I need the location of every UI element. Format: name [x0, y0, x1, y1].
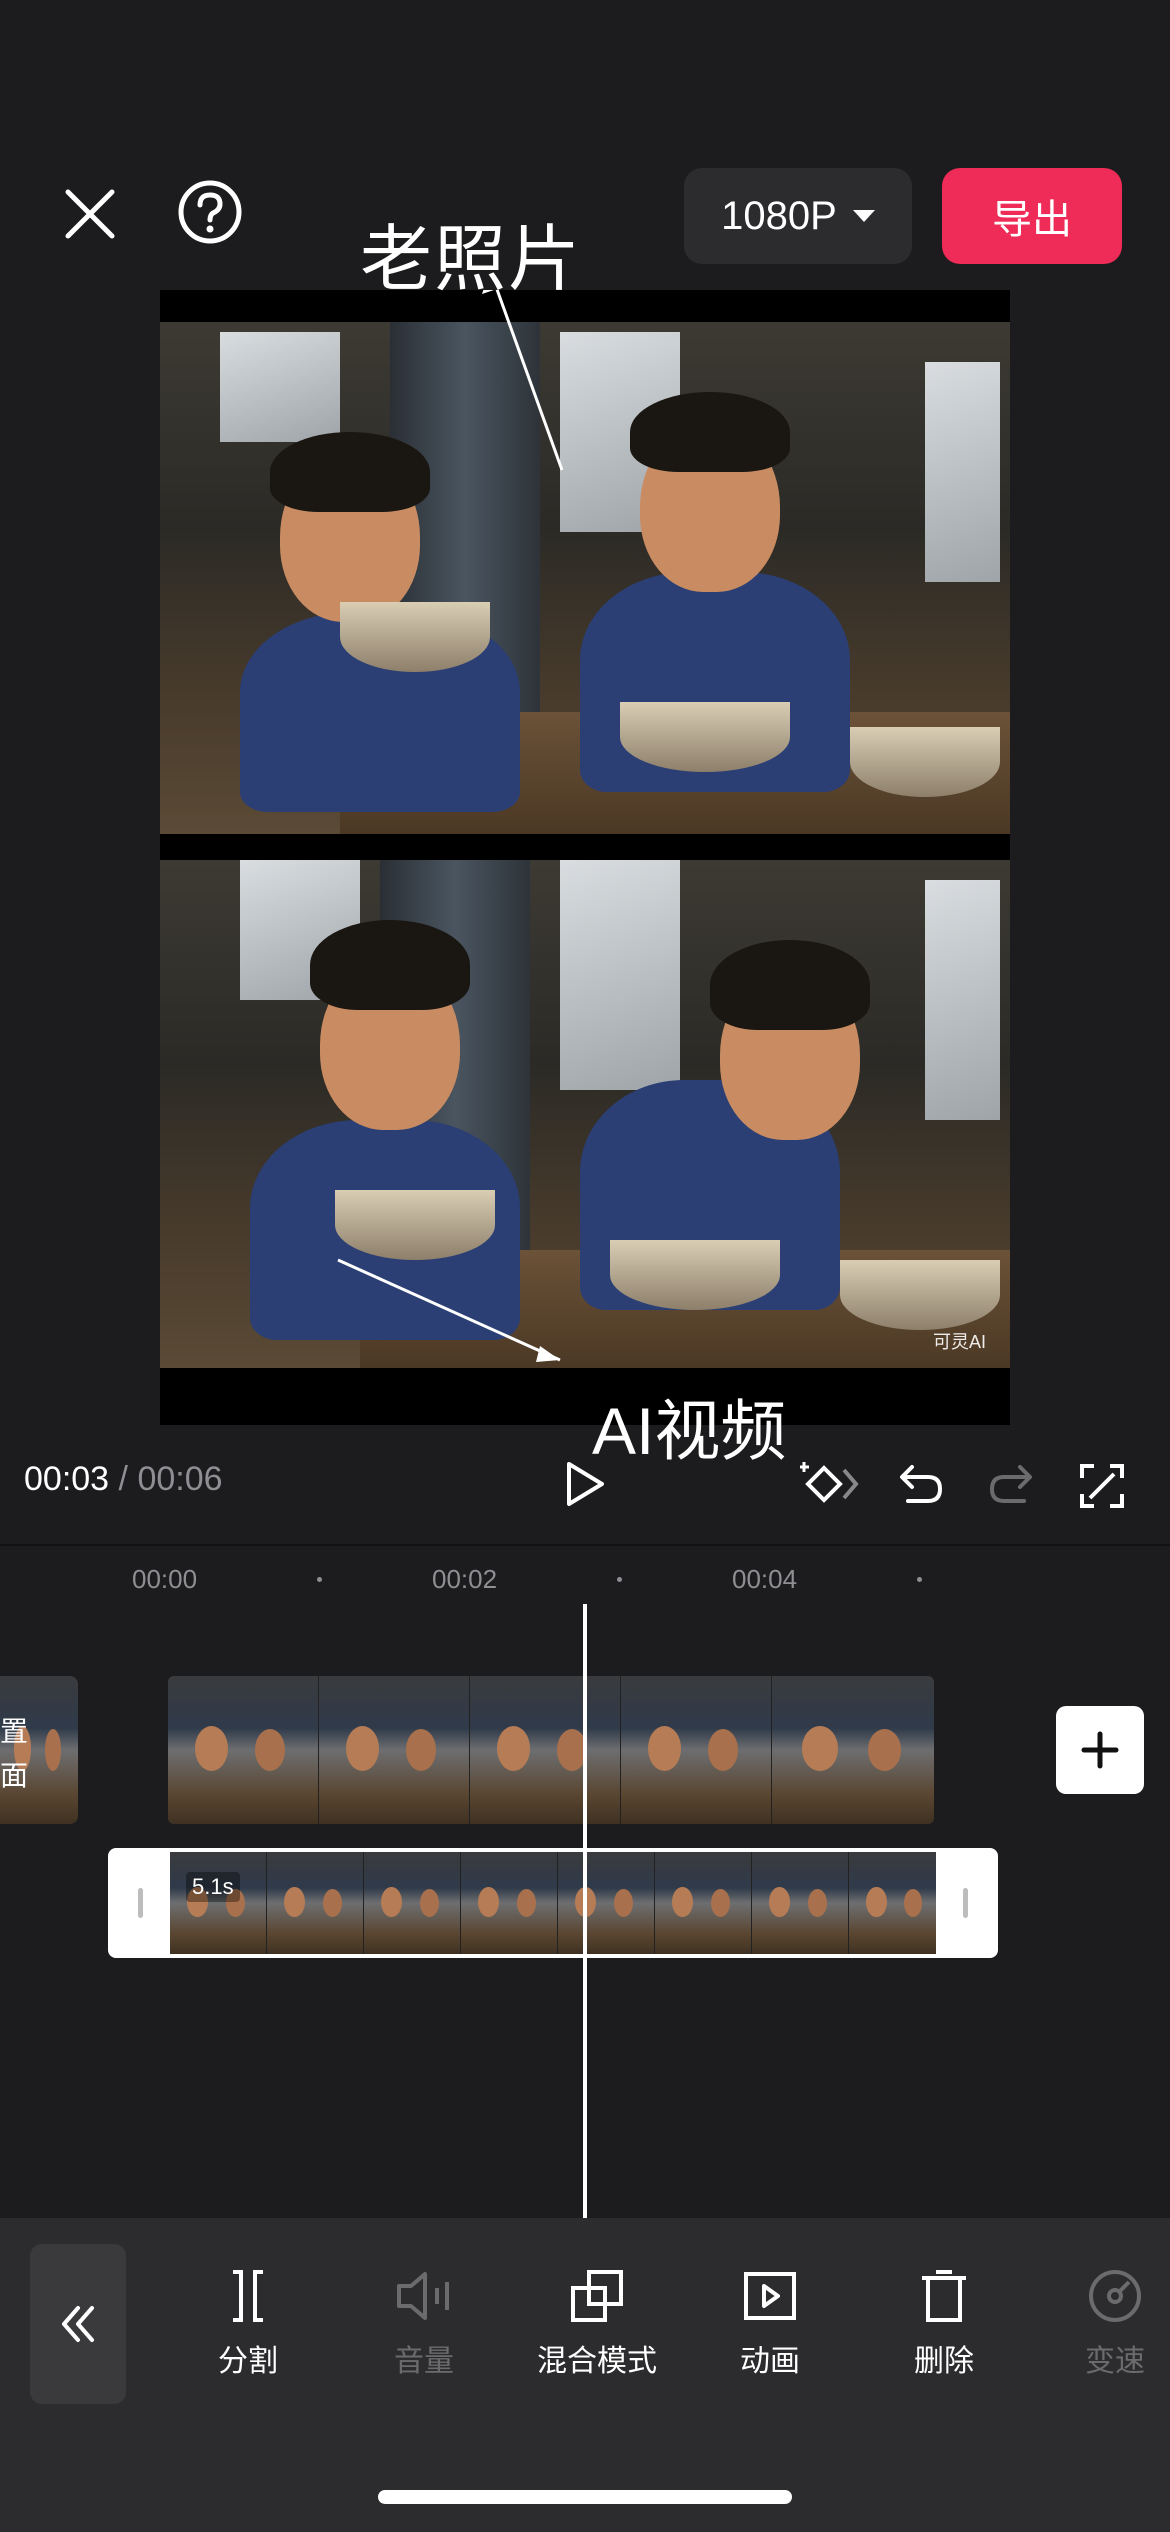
ai-video-caption: AI视频 — [592, 1394, 787, 1468]
clip-thumbnail — [772, 1676, 934, 1824]
tool-label: 变速 — [1085, 2345, 1145, 2378]
fullscreen-icon — [1080, 1464, 1124, 1508]
plus-icon — [1081, 1731, 1119, 1769]
previous-clip-text-line: 面 — [0, 1760, 29, 1791]
tool-volume[interactable]: 音量 — [344, 2268, 504, 2380]
delete-icon — [922, 2270, 966, 2322]
tool-label: 分割 — [218, 2345, 278, 2378]
clip-thumbnail — [170, 1852, 267, 1954]
double-chevron-left-icon — [62, 2306, 94, 2342]
play-icon — [567, 1462, 604, 1506]
ruler-label: 00:04 — [732, 1564, 798, 1594]
tool-label: 动画 — [740, 2345, 800, 2378]
ruler-label: 00:00 — [132, 1564, 198, 1594]
clip-thumbnail — [470, 1676, 621, 1824]
time-display: 00:03 / 00:06 — [24, 1460, 223, 1499]
ruler-tick — [617, 1577, 622, 1582]
redo-button[interactable] — [986, 1460, 1036, 1510]
help-button[interactable] — [174, 176, 246, 248]
fullscreen-button[interactable] — [1076, 1460, 1128, 1512]
clip-thumbnail — [558, 1852, 655, 1954]
redo-icon — [989, 1465, 1032, 1503]
clip-thumbnail — [267, 1852, 364, 1954]
clip-thumbnail — [849, 1852, 936, 1954]
resolution-label: 1080P — [721, 193, 837, 238]
clip-thumbnail — [461, 1852, 558, 1954]
trim-handle-left[interactable] — [138, 1888, 143, 1918]
export-button[interactable]: 导出 — [942, 168, 1122, 264]
close-button[interactable] — [56, 180, 124, 248]
clip-thumbnail — [752, 1852, 849, 1954]
add-clip-button[interactable] — [1056, 1706, 1144, 1794]
animation-icon — [744, 2272, 796, 2320]
clip-thumbnail — [621, 1676, 772, 1824]
tool-blend-mode[interactable]: 混合模式 — [517, 2268, 677, 2380]
tool-animation[interactable]: 动画 — [690, 2268, 850, 2380]
home-indicator — [378, 2490, 792, 2504]
old-photo-caption: 老照片 — [360, 220, 583, 300]
overlay-clip-thumbnails — [170, 1852, 936, 1954]
clip-thumbnail — [655, 1852, 752, 1954]
resolution-dropdown[interactable]: 1080P — [684, 168, 912, 264]
chevron-down-icon — [852, 210, 875, 222]
undo-icon — [900, 1465, 943, 1503]
play-button[interactable] — [560, 1458, 610, 1510]
total-time: 00:06 — [137, 1460, 223, 1498]
blend-mode-icon — [571, 2270, 623, 2322]
main-video-clip[interactable] — [168, 1676, 934, 1824]
trim-handle-right[interactable] — [963, 1888, 968, 1918]
playhead[interactable] — [583, 1604, 587, 2220]
previous-clip[interactable]: 置 面 — [0, 1676, 78, 1824]
selected-overlay-clip[interactable] — [108, 1848, 998, 1958]
keyframe-icon — [800, 1462, 859, 1503]
ruler-tick — [317, 1577, 322, 1582]
volume-icon — [397, 2272, 449, 2320]
clip-thumbnail — [364, 1852, 461, 1954]
tool-label: 混合模式 — [537, 2345, 657, 2378]
current-time: 00:03 — [24, 1460, 110, 1498]
close-icon — [65, 189, 115, 239]
previous-clip-text: 置 面 — [0, 1710, 28, 1798]
undo-button[interactable] — [896, 1460, 946, 1510]
tool-delete[interactable]: 删除 — [864, 2268, 1024, 2380]
annotation-arrows — [337, 290, 564, 1362]
split-icon — [233, 2270, 263, 2322]
previous-clip-text-line: 置 — [0, 1716, 29, 1747]
time-separator: / — [118, 1460, 128, 1498]
clip-thumbnail — [168, 1676, 319, 1824]
clip-thumbnail — [319, 1676, 470, 1824]
speed-icon — [1089, 2270, 1141, 2322]
video-preview[interactable]: 可灵AI — [160, 290, 1010, 1425]
tool-split[interactable]: 分割 — [168, 2268, 328, 2380]
tool-label: 删除 — [914, 2345, 974, 2378]
help-icon — [178, 180, 242, 244]
tool-label: 音量 — [394, 2345, 454, 2378]
collapse-toolbar-button[interactable] — [30, 2244, 126, 2404]
ruler-tick — [917, 1577, 922, 1582]
keyframe-button[interactable] — [800, 1456, 864, 1512]
tool-speed[interactable]: 变速 — [1040, 2268, 1170, 2380]
clip-duration-badge: 5.1s — [186, 1872, 240, 1902]
ruler-label: 00:02 — [432, 1564, 498, 1594]
